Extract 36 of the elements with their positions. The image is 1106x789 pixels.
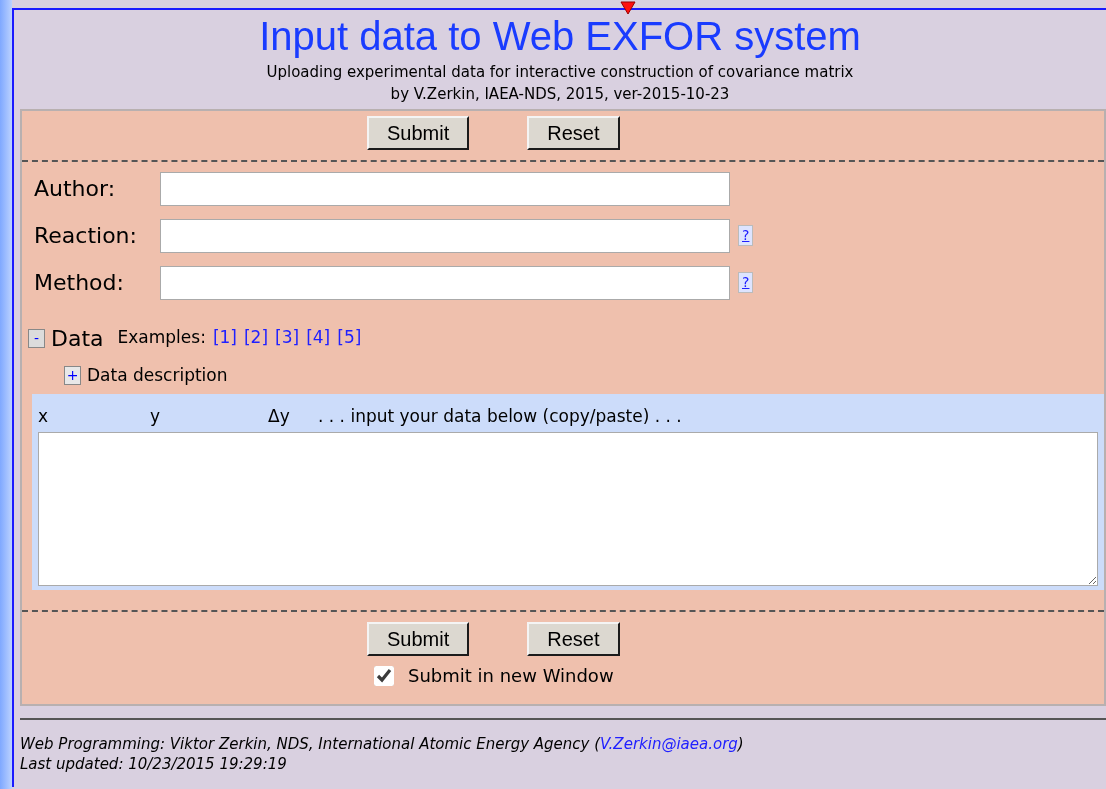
example-link[interactable]: [1] [212, 325, 237, 351]
input-field[interactable] [160, 218, 730, 253]
section-title: Data [51, 324, 104, 353]
expand-toggle[interactable]: + [64, 365, 81, 385]
reset-button[interactable]: Reset [527, 622, 620, 656]
data-textarea[interactable] [38, 431, 1098, 586]
column-header: x [38, 405, 50, 428]
submit-button[interactable]: Submit [367, 115, 470, 150]
input-field[interactable] [160, 171, 730, 206]
page-title: Input data to Web EXFOR system [258, 14, 862, 58]
submit-button[interactable]: Submit [367, 622, 470, 656]
email-link[interactable]: V.Zerkin@iaea.org [600, 734, 738, 753]
column-header: Δy [268, 405, 291, 428]
checkbox[interactable] [374, 665, 394, 686]
examples-label: Examples: [117, 326, 206, 350]
credit-text: Web Programming: Viktor Zerkin, NDS, International Atomic Energy Agency (V.Zerkin@iaea.org) [20, 733, 745, 754]
marker-icon [620, 0, 636, 16]
field-label: Author: [34, 175, 117, 203]
example-link[interactable]: [3] [275, 325, 300, 351]
help-link[interactable]: ? [738, 272, 754, 293]
column-header: y [150, 405, 162, 428]
checkbox-label: Submit in new Window [408, 664, 614, 688]
subtitle: Uploading experimental data for interactive construction of covariance matrix [265, 62, 855, 83]
help-link[interactable]: ? [738, 225, 754, 246]
description-link[interactable]: Data description [87, 362, 228, 388]
input-field[interactable] [160, 265, 730, 300]
collapse-toggle[interactable]: - [28, 328, 45, 348]
example-link[interactable]: [5] [337, 325, 362, 351]
column-header: . . . input your data below (copy/paste) . . . [318, 405, 682, 428]
example-link[interactable]: [2] [243, 325, 269, 351]
example-link[interactable]: [4] [306, 325, 331, 351]
field-label: Reaction: [34, 222, 138, 250]
reset-button[interactable]: Reset [527, 115, 620, 150]
last-updated: Last updated: 10/23/2015 19:29:19 [20, 753, 288, 774]
subtitle: by V.Zerkin, IAEA-NDS, 2015, ver-2015-10-23 [389, 83, 731, 105]
field-label: Method: [34, 269, 125, 297]
